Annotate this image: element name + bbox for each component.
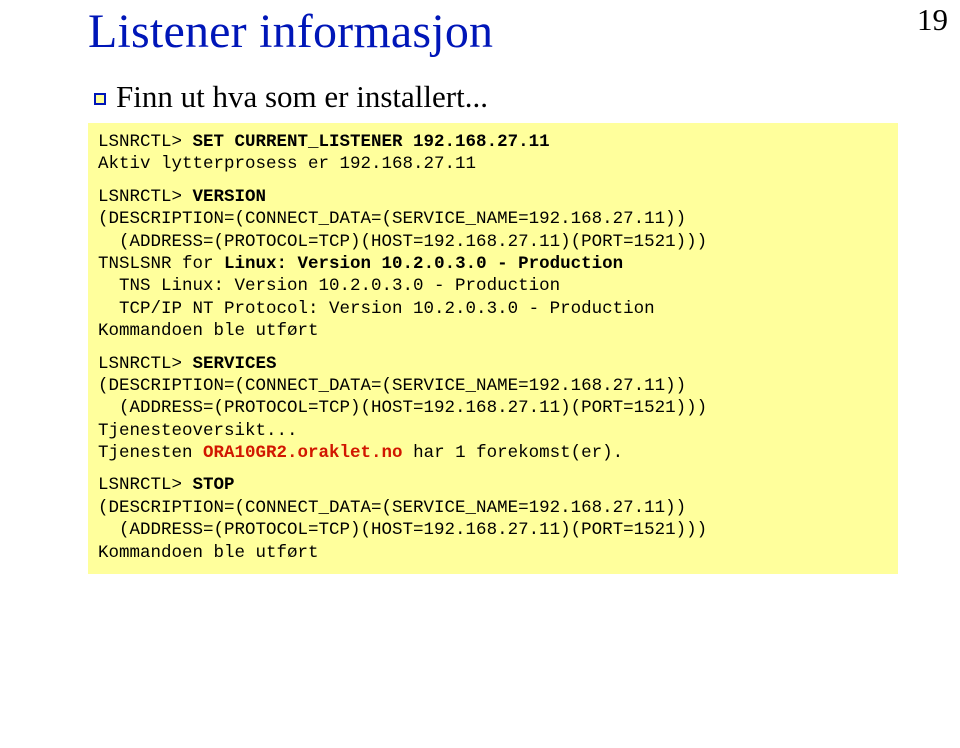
- code-bold: SET CURRENT_LISTENER 192.168.27.11: [193, 132, 550, 152]
- code-text: (DESCRIPTION=(CONNECT_DATA=(SERVICE_NAME…: [98, 375, 888, 397]
- code-block: LSNRCTL> SET CURRENT_LISTENER 192.168.27…: [88, 123, 898, 574]
- bullet-icon: [94, 93, 106, 105]
- code-text: har 1 forekomst(er).: [403, 443, 624, 463]
- code-text: (DESCRIPTION=(CONNECT_DATA=(SERVICE_NAME…: [98, 497, 888, 519]
- code-text: Tjenesteoversikt...: [98, 420, 888, 442]
- code-text: (DESCRIPTION=(CONNECT_DATA=(SERVICE_NAME…: [98, 208, 888, 230]
- code-text: LSNRCTL>: [98, 132, 193, 152]
- code-bold: VERSION: [193, 187, 267, 207]
- page-number: 19: [917, 2, 948, 38]
- service-name: ORA10GR2.oraklet.no: [203, 443, 403, 463]
- code-text: (ADDRESS=(PROTOCOL=TCP)(HOST=192.168.27.…: [98, 519, 888, 541]
- code-text: Kommandoen ble utført: [98, 542, 888, 564]
- code-text: LSNRCTL>: [98, 475, 193, 495]
- bullet-text: Finn ut hva som er installert...: [116, 79, 488, 115]
- bullet-item: Finn ut hva som er installert...: [94, 79, 910, 115]
- code-text: TNS Linux: Version 10.2.0.3.0 - Producti…: [98, 275, 888, 297]
- code-text: TNSLSNR for: [98, 254, 224, 274]
- code-text: (ADDRESS=(PROTOCOL=TCP)(HOST=192.168.27.…: [98, 231, 888, 253]
- code-bold: STOP: [193, 475, 235, 495]
- slide-title: Listener informasjon: [88, 4, 910, 59]
- code-text: LSNRCTL>: [98, 187, 193, 207]
- code-bold: SERVICES: [193, 354, 277, 374]
- code-text: Aktiv lytterprosess er 192.168.27.11: [98, 153, 888, 175]
- code-bold: Linux: Version 10.2.0.3.0 - Production: [224, 254, 623, 274]
- code-text: Tjenesten: [98, 443, 203, 463]
- slide: 19 Listener informasjon Finn ut hva som …: [0, 0, 960, 748]
- code-text: (ADDRESS=(PROTOCOL=TCP)(HOST=192.168.27.…: [98, 397, 888, 419]
- code-text: LSNRCTL>: [98, 354, 193, 374]
- code-text: TCP/IP NT Protocol: Version 10.2.0.3.0 -…: [98, 298, 888, 320]
- code-text: Kommandoen ble utført: [98, 320, 888, 342]
